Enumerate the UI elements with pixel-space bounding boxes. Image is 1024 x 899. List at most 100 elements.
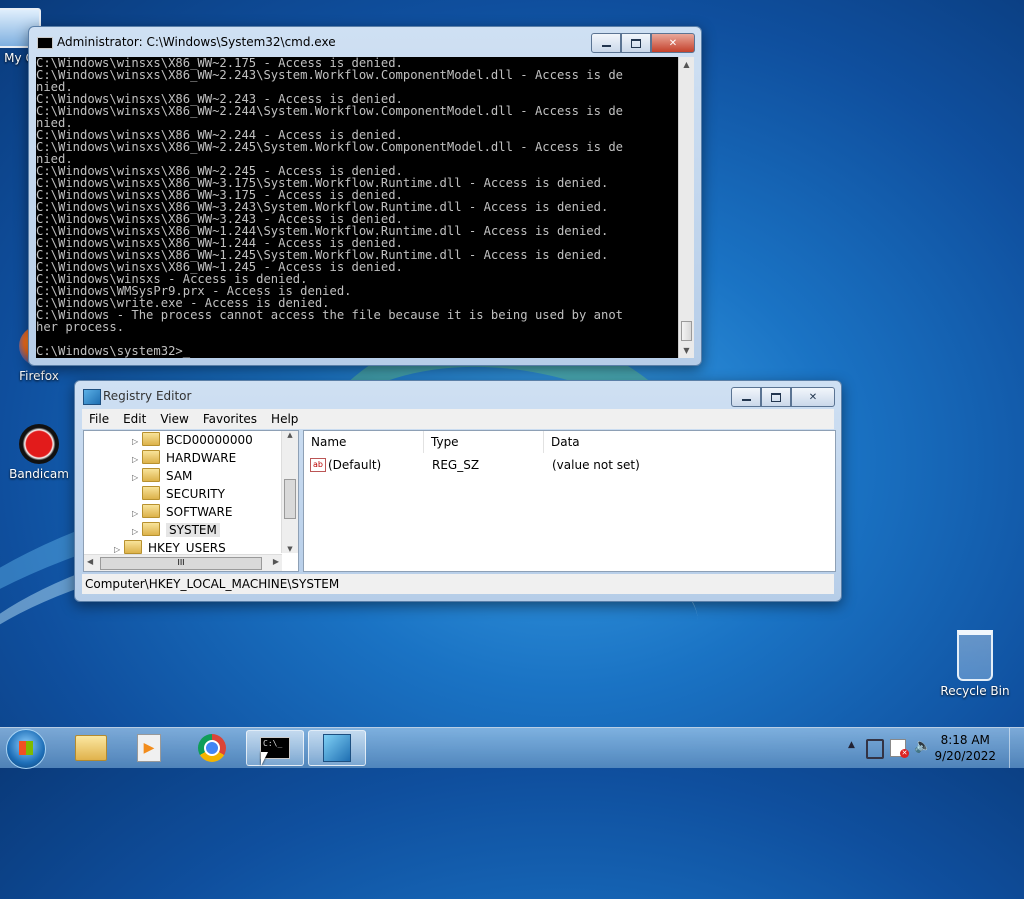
- value-row[interactable]: ab (Default) REG_SZ (value not set): [304, 455, 835, 475]
- folder-icon: [142, 468, 160, 482]
- desktop-icon-recycle-bin[interactable]: Recycle Bin: [938, 630, 1012, 698]
- cmd-title: Administrator: C:\Windows\System32\cmd.e…: [57, 35, 336, 49]
- tree-item-hardware[interactable]: ▷ HARDWARE: [132, 449, 236, 467]
- cmd-icon: [37, 37, 53, 49]
- tree-item-sam[interactable]: ▷ SAM: [132, 467, 192, 485]
- tree-item-label: SYSTEM: [166, 523, 220, 537]
- folder-icon: [142, 450, 160, 464]
- string-value-icon: ab: [310, 458, 326, 472]
- scroll-thumb[interactable]: [681, 321, 692, 341]
- console-line: C:\Windows\winsxs\X86_WW~2.244\System.Wo…: [36, 104, 623, 118]
- scroll-right-icon[interactable]: ▶: [273, 557, 279, 566]
- value-data: (value not set): [552, 458, 640, 472]
- volume-icon[interactable]: 🔈: [914, 738, 931, 754]
- menu-file[interactable]: File: [82, 409, 116, 429]
- minimize-button[interactable]: [731, 387, 761, 407]
- regedit-titlebar[interactable]: Registry Editor ✕: [75, 381, 841, 411]
- taskbar-regedit[interactable]: [308, 730, 366, 766]
- scroll-down-icon[interactable]: ▼: [679, 343, 694, 358]
- media-player-icon: ▶: [137, 734, 161, 762]
- minimize-icon: [601, 45, 611, 47]
- key-tree-pane[interactable]: ▷ BCD00000000 ▷ HARDWARE ▷ SAM SECURITY ▷ SO…: [83, 430, 299, 572]
- menu-edit[interactable]: Edit: [116, 409, 153, 429]
- taskbar-chrome[interactable]: [183, 730, 241, 766]
- values-pane[interactable]: Name Type Data ab (Default) REG_SZ (valu…: [303, 430, 836, 572]
- taskbar-cmd[interactable]: C:\_: [246, 730, 304, 766]
- folder-icon: [124, 540, 142, 554]
- start-button[interactable]: [6, 729, 46, 769]
- network-icon[interactable]: [866, 739, 884, 759]
- console-line: C:\Windows\winsxs\X86_WW~2.245\System.Wo…: [36, 140, 623, 154]
- value-name: (Default): [328, 458, 382, 472]
- status-bar: Computer\HKEY_LOCAL_MACHINE\SYSTEM: [82, 574, 834, 594]
- action-center-icon[interactable]: ✕: [890, 739, 909, 758]
- console-line: C:\Windows\system32>_: [36, 344, 191, 358]
- tree-item-label: SAM: [166, 469, 193, 483]
- menu-favorites[interactable]: Favorites: [196, 409, 264, 429]
- desktop-icon-label: Bandicam: [9, 467, 69, 481]
- scroll-left-icon[interactable]: ◀: [87, 557, 93, 566]
- minimize-icon: [741, 399, 751, 401]
- taskbar-explorer[interactable]: [62, 730, 120, 766]
- close-button[interactable]: ✕: [791, 387, 835, 407]
- menu-view[interactable]: View: [153, 409, 195, 429]
- windows-logo-icon: [19, 741, 33, 755]
- tree-hscrollbar[interactable]: ◀ III ▶: [84, 554, 282, 571]
- bandicam-icon: [19, 424, 59, 464]
- close-icon: ✕: [808, 391, 818, 403]
- regedit-icon: [323, 734, 351, 762]
- menu-help[interactable]: Help: [264, 409, 305, 429]
- scroll-thumb[interactable]: [284, 479, 296, 519]
- scroll-down-icon[interactable]: ▼: [282, 545, 298, 553]
- maximize-button[interactable]: [761, 387, 791, 407]
- folder-icon: [142, 504, 160, 518]
- folder-icon: [142, 522, 160, 536]
- console-line: C:\Windows\winsxs\X86_WW~2.243\System.Wo…: [36, 68, 623, 82]
- console-line: her process.: [36, 320, 125, 334]
- tree-item-system[interactable]: ▷ SYSTEM: [132, 521, 220, 539]
- tree-item-software[interactable]: ▷ SOFTWARE: [132, 503, 232, 521]
- maximize-button[interactable]: [621, 33, 651, 53]
- tree-vscrollbar[interactable]: ▲ ▼: [281, 431, 298, 553]
- desktop-icon-bandicam[interactable]: Bandicam: [2, 424, 76, 481]
- regedit-window[interactable]: Registry Editor ✕ File Edit View Favorit…: [74, 380, 842, 602]
- column-name[interactable]: Name: [304, 431, 424, 453]
- console-output[interactable]: C:\Windows\winsxs\X86_WW~2.175 - Access …: [36, 57, 679, 358]
- tree-item-label: HKEY_USERS: [148, 541, 226, 555]
- desktop-icon-label: Firefox: [19, 369, 59, 383]
- maximize-icon: [631, 38, 641, 48]
- mouse-cursor-icon: [261, 752, 268, 766]
- scroll-up-icon[interactable]: ▲: [679, 57, 694, 72]
- show-desktop-button[interactable]: [1009, 728, 1024, 768]
- value-type: REG_SZ: [432, 458, 480, 472]
- minimize-button[interactable]: [591, 33, 621, 53]
- chrome-icon: [198, 734, 226, 762]
- cmd-window[interactable]: Administrator: C:\Windows\System32\cmd.e…: [28, 26, 702, 366]
- console-line: C:\Windows - The process cannot access t…: [36, 308, 623, 322]
- clock-date: 9/20/2022: [934, 749, 996, 763]
- column-data[interactable]: Data: [544, 431, 835, 453]
- cmd-titlebar[interactable]: Administrator: C:\Windows\System32\cmd.e…: [29, 27, 701, 57]
- regedit-icon: [83, 389, 101, 405]
- close-button[interactable]: ✕: [651, 33, 695, 53]
- scroll-thumb[interactable]: III: [100, 557, 262, 570]
- tree-item-label: SECURITY: [166, 487, 225, 501]
- close-icon: ✕: [668, 37, 678, 49]
- clock[interactable]: 8:18 AM 9/20/2022: [934, 732, 996, 764]
- folder-icon: [75, 735, 107, 761]
- maximize-icon: [771, 392, 781, 402]
- scroll-up-icon[interactable]: ▲: [282, 431, 298, 439]
- column-type[interactable]: Type: [424, 431, 544, 453]
- cmd-scrollbar[interactable]: ▲ ▼: [678, 57, 694, 358]
- folder-icon: [142, 432, 160, 446]
- recycle-bin-icon: [957, 630, 993, 681]
- tree-item-label: HARDWARE: [166, 451, 237, 465]
- show-hidden-icons[interactable]: ▲: [848, 740, 855, 750]
- clock-time: 8:18 AM: [940, 733, 990, 747]
- tree-item-security[interactable]: SECURITY: [132, 485, 225, 503]
- tree-item-bcd[interactable]: ▷ BCD00000000: [132, 431, 253, 449]
- folder-icon: [142, 486, 160, 500]
- taskbar-media-player[interactable]: ▶: [120, 730, 178, 766]
- regedit-title: Registry Editor: [103, 389, 192, 403]
- tree-item-label: SOFTWARE: [166, 505, 233, 519]
